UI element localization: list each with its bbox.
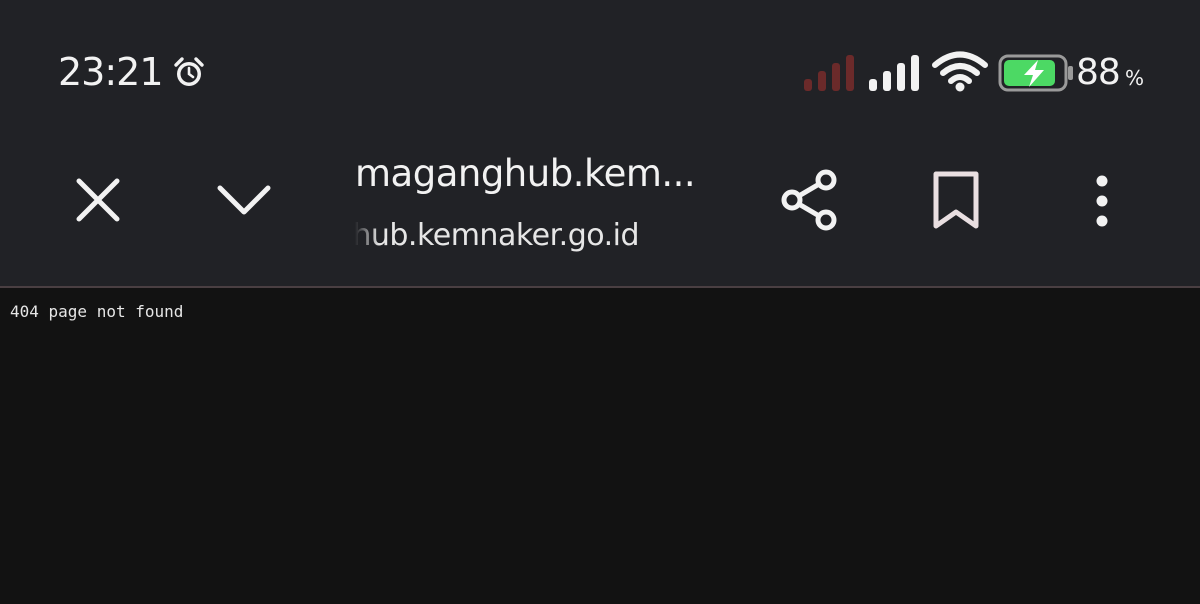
chevron-down-icon <box>217 185 271 215</box>
web-content: 404 page not found <box>0 288 1200 604</box>
battery-percent-unit: % <box>1125 66 1145 90</box>
url-text: maganghub.kemnaker.go.id <box>355 218 639 253</box>
more-vert-icon <box>1096 175 1108 227</box>
browser-chrome: 23:21 88 % maganghub.kem... hub.kemnaker… <box>0 0 1200 287</box>
minimize-button[interactable] <box>212 172 276 228</box>
wifi-icon <box>932 51 988 92</box>
battery-percent: 88 <box>1076 52 1121 93</box>
alarm-icon <box>174 57 204 86</box>
more-options-button[interactable] <box>1084 170 1120 232</box>
bookmark-icon <box>933 171 979 229</box>
status-time: 23:21 <box>58 50 164 94</box>
error-message: 404 page not found <box>10 302 184 321</box>
url-display[interactable]: maganghub.kemnaker.go.id <box>355 218 695 262</box>
signal-sim1-icon <box>804 55 854 91</box>
bookmark-button[interactable] <box>928 170 984 232</box>
share-icon <box>781 169 837 231</box>
close-icon <box>76 178 120 222</box>
signal-sim2-icon <box>869 55 919 91</box>
battery-charging-icon <box>998 54 1073 92</box>
url-fade <box>355 218 379 262</box>
page-title[interactable]: maganghub.kem... <box>355 152 696 195</box>
share-button[interactable] <box>778 168 840 232</box>
close-button[interactable] <box>70 172 126 228</box>
